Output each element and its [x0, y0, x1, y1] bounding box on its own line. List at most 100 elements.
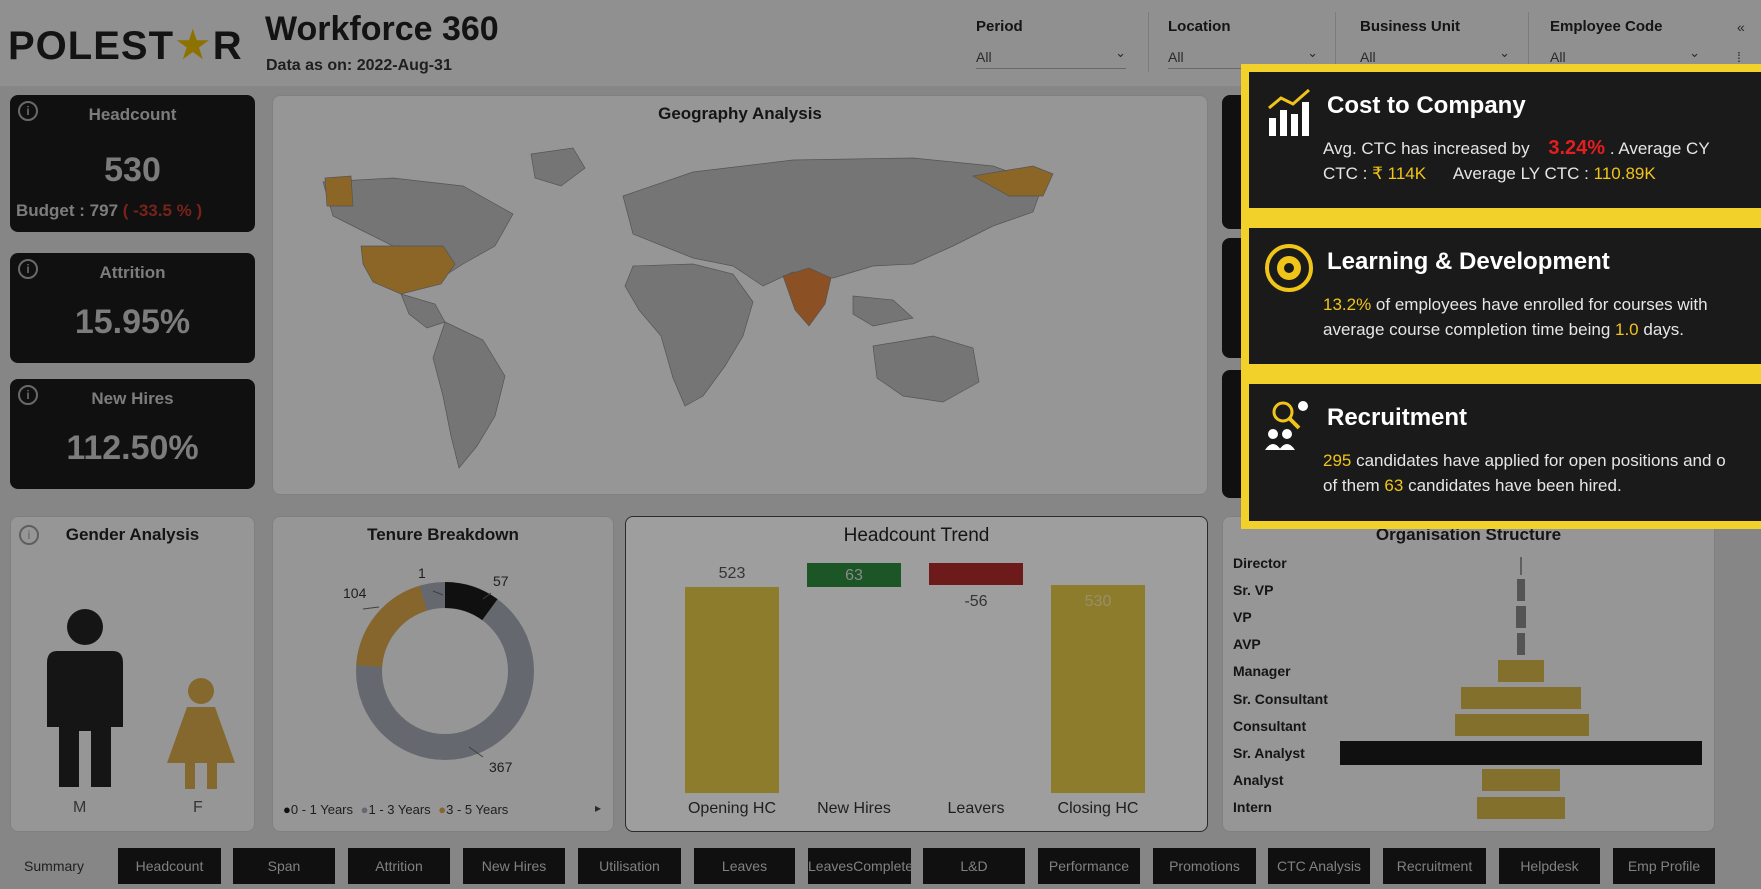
data-as-on: Data as on: 2022-Aug-31	[266, 57, 452, 74]
panel-title: Gender Analysis	[65, 525, 200, 544]
collapse-icon[interactable]: «⁞	[1737, 12, 1745, 72]
tenure-label: 367	[489, 759, 513, 775]
org-bar[interactable]	[1516, 606, 1526, 628]
legend-item: 3 - 5 Years	[446, 802, 509, 817]
tab-leaves[interactable]: Leaves	[694, 848, 795, 884]
geography-panel: Geography Analysis	[272, 95, 1208, 495]
ctc-insight-card[interactable]: Cost to Company Avg. CTC has increased b…	[1249, 72, 1761, 208]
page-title: Workforce 360	[265, 10, 499, 48]
legend-item: 1 - 3 Years	[368, 802, 431, 817]
tenure-label: 1	[418, 565, 426, 581]
chevron-down-icon[interactable]: ⌄	[1307, 45, 1318, 61]
tab-attrition[interactable]: Attrition	[348, 848, 450, 884]
kpi-value: 112.50%	[66, 429, 199, 467]
recruitment-insight-card[interactable]: Recruitment 295 candidates have applied …	[1249, 384, 1761, 521]
polestar-logo: POLEST★R	[8, 21, 243, 68]
card-text: 13.2% of employees have enrolled for cou…	[1323, 292, 1761, 342]
slicer-label: Location	[1168, 18, 1231, 35]
slicer-label: Business Unit	[1360, 18, 1461, 35]
ctc-increase-pct: 3.24%	[1548, 137, 1606, 159]
org-bar[interactable]	[1461, 687, 1581, 709]
tab-span[interactable]: Span	[233, 848, 335, 884]
completion-days: 1.0	[1615, 320, 1639, 339]
card-title: Cost to Company	[1327, 92, 1526, 119]
tab-utilisation[interactable]: Utilisation	[578, 848, 681, 884]
card-text: Avg. CTC has increased by 3.24% . Averag…	[1323, 136, 1761, 186]
world-map[interactable]	[273, 96, 1209, 496]
chevron-down-icon[interactable]: ⌄	[1499, 45, 1510, 61]
card-text: 295 candidates have applied for open pos…	[1323, 448, 1761, 498]
chevron-down-icon[interactable]: ⌄	[1115, 45, 1126, 61]
org-bar[interactable]	[1477, 797, 1565, 819]
tenure-donut[interactable]	[273, 547, 615, 807]
tab-promotions[interactable]: Promotions	[1153, 848, 1256, 884]
org-level-label: VP	[1233, 609, 1252, 625]
tab-emp-profile[interactable]: Emp Profile	[1613, 848, 1715, 884]
card-title: Recruitment	[1327, 404, 1468, 431]
panel-title: Headcount Trend	[843, 525, 990, 546]
org-level-label: Analyst	[1233, 772, 1284, 788]
text-segment: Average LY CTC :	[1452, 164, 1589, 183]
tab-recruitment[interactable]: Recruitment	[1383, 848, 1486, 884]
tab-performance[interactable]: Performance	[1038, 848, 1140, 884]
org-bar[interactable]	[1517, 633, 1525, 655]
headcount-card: i Headcount 530 Budget : 797 ( -33.5 % )	[10, 95, 255, 232]
org-bar[interactable]	[1340, 741, 1702, 765]
bar-label: Opening HC	[687, 800, 777, 817]
recruitment-people-icon	[1265, 401, 1308, 450]
bar-chart-icon	[1268, 88, 1310, 136]
insights-popup: Cost to Company Avg. CTC has increased b…	[1241, 64, 1761, 529]
org-bar[interactable]	[1498, 660, 1544, 682]
slicer-value: All	[1360, 49, 1376, 65]
org-bar[interactable]	[1517, 579, 1525, 601]
kpi-title: Headcount	[88, 105, 177, 124]
tab-ctc-analysis[interactable]: CTC Analysis	[1268, 848, 1370, 884]
leavers-bar[interactable]	[929, 563, 1023, 585]
new-hires-card: i New Hires 112.50%	[10, 379, 255, 489]
org-structure-panel: Organisation Structure Director Sr. VP V…	[1222, 516, 1715, 832]
applied-count: 295	[1323, 451, 1352, 470]
tab-leaves-complete[interactable]: LeavesComplete	[808, 848, 913, 884]
next-arrow-icon[interactable]: ▸	[595, 801, 601, 815]
male-label: M	[73, 799, 87, 816]
text-segment: of them	[1323, 476, 1385, 495]
org-level-label: AVP	[1233, 636, 1261, 652]
divider	[1148, 12, 1149, 72]
ld-insight-card[interactable]: Learning & Development 13.2% of employee…	[1249, 228, 1761, 364]
org-level-label: Director	[1233, 555, 1287, 571]
org-bar[interactable]	[1520, 557, 1522, 575]
ly-ctc-value: 110.89K	[1593, 164, 1656, 183]
org-level-label: Manager	[1233, 663, 1291, 679]
budget-delta: ( -33.5 % )	[122, 201, 203, 220]
slicer-value: All	[1168, 49, 1184, 65]
cy-ctc-value: ₹ 114K	[1372, 164, 1427, 183]
tab-summary[interactable]: Summary	[0, 848, 108, 884]
legend-item: 0 - 1 Years	[290, 802, 354, 817]
attrition-card: i Attrition 15.95%	[10, 253, 255, 363]
period-slicer[interactable]: Period All ⌄	[976, 18, 1126, 74]
learning-gear-icon	[1265, 244, 1313, 292]
tab-new-hires[interactable]: New Hires	[463, 848, 565, 884]
divider	[1528, 12, 1529, 72]
opening-hc-bar[interactable]	[685, 587, 779, 793]
slicer-value: All	[1550, 49, 1566, 65]
org-bar[interactable]	[1455, 714, 1589, 736]
slicer-label: Employee Code	[1550, 18, 1663, 35]
tab-helpdesk[interactable]: Helpdesk	[1499, 848, 1600, 884]
tab-headcount[interactable]: Headcount	[118, 848, 221, 884]
text-segment: days.	[1638, 320, 1684, 339]
female-icon	[167, 678, 235, 789]
closing-hc-bar[interactable]	[1051, 585, 1145, 793]
org-level-label: Sr. Consultant	[1233, 691, 1328, 707]
org-bar[interactable]	[1482, 769, 1560, 791]
divider	[1335, 12, 1336, 72]
slicer-label: Period	[976, 18, 1023, 35]
slicer-value: All	[976, 49, 992, 65]
bar-value: 63	[845, 567, 863, 584]
org-level-label: Consultant	[1233, 718, 1307, 734]
text-segment: candidates have been hired.	[1403, 476, 1622, 495]
text-segment: candidates have applied for open positio…	[1351, 451, 1726, 470]
chevron-down-icon[interactable]: ⌄	[1689, 45, 1700, 61]
card-title: Learning & Development	[1327, 248, 1610, 275]
tab-ld[interactable]: L&D	[923, 848, 1025, 884]
